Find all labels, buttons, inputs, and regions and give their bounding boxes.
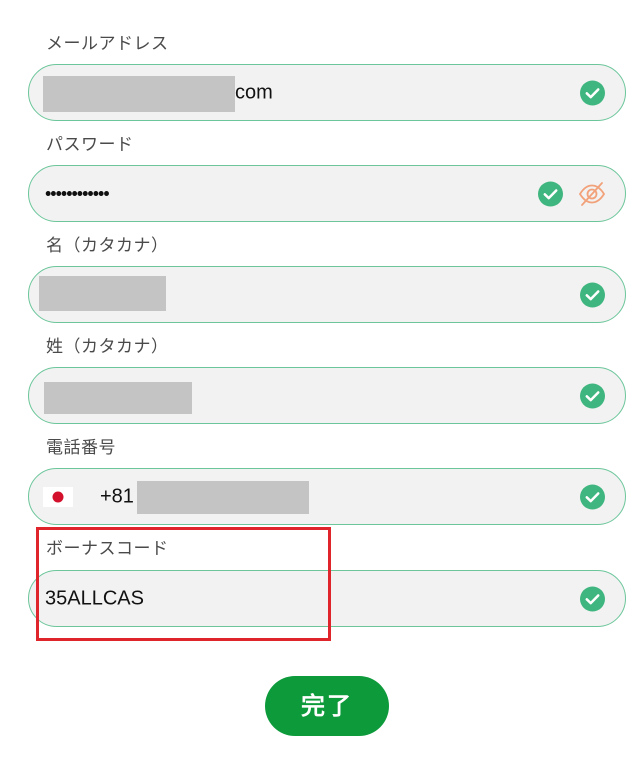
redacted-first-name: [39, 276, 166, 311]
check-circle-icon: [580, 383, 605, 408]
password-field[interactable]: ••••••••••••: [28, 165, 626, 222]
phone-field[interactable]: +81: [28, 468, 626, 525]
check-circle-icon: [580, 586, 605, 611]
japan-flag-icon[interactable]: [43, 486, 73, 507]
check-circle-icon: [538, 181, 563, 206]
phone-label: 電話番号: [46, 438, 116, 458]
email-field[interactable]: com: [28, 64, 626, 121]
first-name-kana-label: 名（カタカナ）: [46, 236, 169, 256]
check-circle-icon: [580, 80, 605, 105]
password-label: パスワード: [46, 135, 134, 155]
check-circle-icon: [580, 484, 605, 509]
redacted-last-name: [44, 382, 192, 414]
eye-off-icon[interactable]: [577, 179, 607, 209]
email-domain-suffix: com: [235, 81, 273, 103]
email-label: メールアドレス: [46, 34, 169, 54]
redacted-email: [43, 76, 235, 112]
check-circle-icon: [580, 282, 605, 307]
phone-country-code: +81: [100, 485, 134, 507]
redacted-phone-number: [137, 481, 309, 514]
password-value: ••••••••••••: [45, 183, 110, 203]
last-name-kana-field[interactable]: [28, 367, 626, 424]
highlight-annotation-box: [36, 527, 331, 641]
complete-button[interactable]: 完了: [265, 676, 389, 736]
first-name-kana-field[interactable]: [28, 266, 626, 323]
last-name-kana-label: 姓（カタカナ）: [46, 337, 169, 357]
